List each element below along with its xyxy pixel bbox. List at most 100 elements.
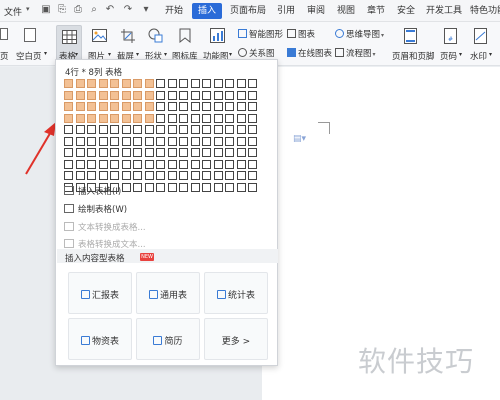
grid-cell[interactable] — [98, 136, 108, 146]
tab-features[interactable]: 特色功能 — [468, 0, 500, 22]
grid-cell[interactable] — [64, 79, 73, 88]
grid-cell[interactable] — [121, 102, 131, 111]
grid-cell[interactable] — [202, 171, 211, 180]
chart-button[interactable]: 图表 — [287, 28, 315, 40]
grid-cell[interactable] — [179, 113, 188, 123]
grid-cell[interactable] — [225, 159, 234, 169]
grid-cell[interactable] — [133, 182, 142, 192]
grid-cell[interactable] — [190, 159, 200, 169]
grid-cell[interactable] — [202, 90, 211, 100]
grid-cell[interactable] — [248, 136, 257, 146]
grid-cell[interactable] — [87, 113, 96, 123]
grid-cell[interactable] — [167, 90, 177, 100]
grid-cell[interactable] — [64, 148, 73, 157]
save-icon[interactable]: ▣ — [40, 4, 52, 16]
watermark-icon[interactable] — [474, 28, 487, 44]
grid-cell[interactable] — [167, 136, 177, 146]
grid-cell[interactable] — [87, 171, 96, 180]
grid-cell[interactable] — [167, 79, 177, 88]
grid-cell[interactable] — [213, 171, 223, 180]
grid-cell[interactable] — [190, 171, 200, 180]
chevron-down-icon[interactable]: ▾ — [44, 50, 47, 57]
grid-cell[interactable] — [248, 182, 257, 192]
grid-cell[interactable] — [202, 113, 211, 123]
grid-cell[interactable] — [144, 182, 154, 192]
blank-page-icon[interactable] — [24, 28, 36, 42]
grid-cell[interactable] — [225, 171, 234, 180]
flowchart-button[interactable]: 流程图▾ — [335, 47, 376, 59]
grid-cell[interactable] — [236, 136, 246, 146]
grid-cell[interactable] — [213, 182, 223, 192]
grid-cell[interactable] — [98, 90, 108, 100]
grid-cell[interactable] — [121, 182, 131, 192]
grid-cell[interactable] — [167, 125, 177, 134]
grid-cell[interactable] — [202, 125, 211, 134]
grid-cell[interactable] — [156, 102, 165, 111]
grid-cell[interactable] — [225, 90, 234, 100]
grid-cell[interactable] — [110, 125, 119, 134]
grid-cell[interactable] — [133, 171, 142, 180]
grid-cell[interactable] — [121, 159, 131, 169]
grid-cell[interactable] — [110, 148, 119, 157]
grid-cell[interactable] — [179, 148, 188, 157]
grid-cell[interactable] — [202, 148, 211, 157]
icon-library-icon[interactable] — [178, 28, 192, 43]
grid-cell[interactable] — [144, 113, 154, 123]
grid-cell[interactable] — [133, 90, 142, 100]
template-card-statistics[interactable]: 统计表 — [204, 272, 268, 314]
grid-cell[interactable] — [236, 125, 246, 134]
grid-cell[interactable] — [190, 148, 200, 157]
grid-cell[interactable] — [213, 79, 223, 88]
chevron-down-icon[interactable]: ▾ — [459, 51, 462, 58]
grid-cell[interactable] — [98, 159, 108, 169]
watermark-label[interactable]: 水印 — [470, 50, 487, 62]
grid-cell[interactable] — [98, 102, 108, 111]
relation-graph-button[interactable]: 关系图 — [238, 47, 275, 59]
tab-review[interactable]: 审阅 — [302, 0, 330, 22]
grid-cell[interactable] — [75, 148, 85, 157]
grid-cell[interactable] — [202, 102, 211, 111]
grid-cell[interactable] — [236, 90, 246, 100]
grid-cell[interactable] — [121, 79, 131, 88]
undo-icon[interactable]: ↶ — [104, 4, 116, 16]
more-icon[interactable]: ▾ — [140, 4, 152, 16]
grid-cell[interactable] — [110, 79, 119, 88]
grid-cell[interactable] — [87, 125, 96, 134]
grid-cell[interactable] — [98, 79, 108, 88]
grid-cell[interactable] — [64, 125, 73, 134]
chevron-down-icon[interactable]: ▾ — [164, 51, 167, 58]
grid-cell[interactable] — [133, 136, 142, 146]
grid-cell[interactable] — [213, 125, 223, 134]
grid-cell[interactable] — [167, 159, 177, 169]
grid-cell[interactable] — [248, 125, 257, 134]
grid-cell[interactable] — [179, 125, 188, 134]
grid-cell[interactable] — [144, 136, 154, 146]
tab-section[interactable]: 章节 — [362, 0, 390, 22]
chevron-down-icon[interactable]: ▾ — [489, 51, 492, 58]
grid-cell[interactable] — [133, 125, 142, 134]
grid-cell[interactable] — [64, 113, 73, 123]
grid-cell[interactable] — [110, 171, 119, 180]
grid-cell[interactable] — [133, 102, 142, 111]
grid-cell[interactable] — [87, 79, 96, 88]
grid-cell[interactable] — [179, 79, 188, 88]
grid-cell[interactable] — [248, 159, 257, 169]
grid-cell[interactable] — [190, 79, 200, 88]
grid-cell[interactable] — [202, 136, 211, 146]
grid-cell[interactable] — [64, 159, 73, 169]
tab-security[interactable]: 安全 — [392, 0, 420, 22]
grid-cell[interactable] — [87, 90, 96, 100]
paragraph-icon[interactable]: ▤▾ — [293, 134, 306, 144]
grid-cell[interactable] — [75, 102, 85, 111]
shape-icon[interactable] — [148, 28, 163, 43]
grid-cell[interactable] — [75, 159, 85, 169]
grid-cell[interactable] — [144, 159, 154, 169]
tab-references[interactable]: 引用 — [272, 0, 300, 22]
page-number-label[interactable]: 页码 — [440, 50, 457, 62]
template-card-report[interactable]: 汇报表 — [68, 272, 132, 314]
template-card-resume[interactable]: 简历 — [136, 318, 200, 360]
grid-cell[interactable] — [121, 171, 131, 180]
grid-cell[interactable] — [190, 182, 200, 192]
grid-cell[interactable] — [121, 90, 131, 100]
grid-cell[interactable] — [87, 148, 96, 157]
